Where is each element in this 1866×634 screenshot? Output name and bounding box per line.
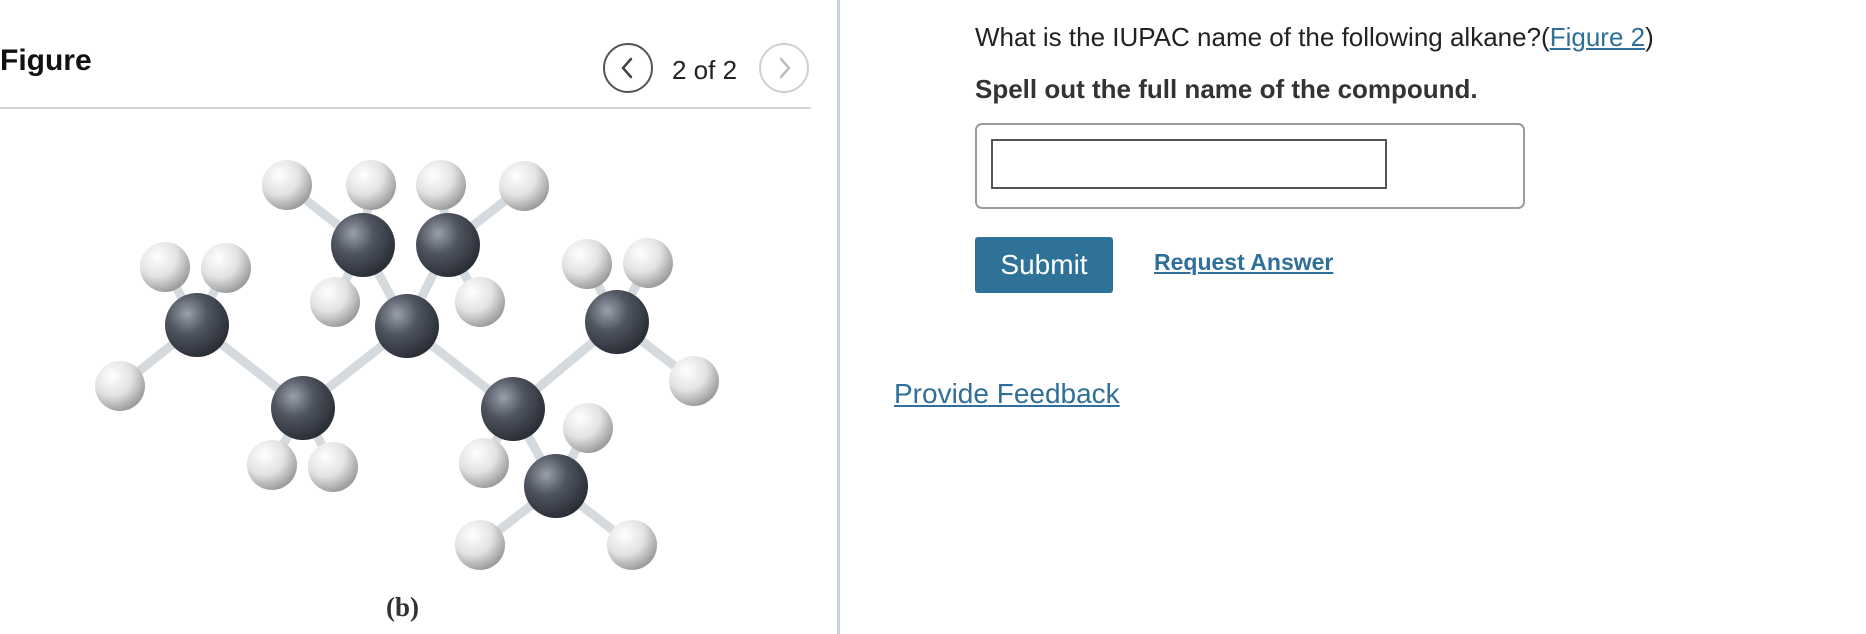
hydrogen-atom [201, 243, 251, 293]
panel-splitter[interactable] [837, 0, 840, 634]
hydrogen-atom [499, 161, 549, 211]
hydrogen-atom [455, 520, 505, 570]
question-prompt: What is the IUPAC name of the following … [975, 22, 1654, 53]
hydrogen-atom [562, 239, 612, 289]
question-prompt-text: What is the IUPAC name of the following … [975, 22, 1550, 52]
request-answer-link[interactable]: Request Answer [1154, 249, 1333, 276]
figure-2-link[interactable]: Figure 2 [1550, 22, 1645, 52]
submit-button[interactable]: Submit [975, 237, 1113, 293]
figure-title: Figure [0, 44, 92, 77]
ball-and-stick-molecule-figure [95, 160, 719, 570]
hydrogen-atom [247, 440, 297, 490]
carbon-atom [524, 454, 588, 518]
hydrogen-atom [308, 442, 358, 492]
page-indicator: 2 of 2 [672, 55, 738, 85]
figure-caption: (b) [386, 592, 419, 622]
hydrogen-atom [140, 242, 190, 292]
chevron-left-icon [621, 57, 633, 79]
question-prompt-close: ) [1645, 22, 1654, 52]
hydrogen-atom [455, 277, 505, 327]
hydrogen-atom [623, 238, 673, 288]
hydrogen-atom [563, 403, 613, 453]
figure-divider [0, 107, 811, 109]
carbon-atom [481, 377, 545, 441]
answer-input[interactable] [991, 139, 1387, 189]
previous-figure-button[interactable] [603, 43, 653, 93]
carbon-atom [416, 213, 480, 277]
hydrogen-atom [459, 438, 509, 488]
hydrogen-atom [669, 356, 719, 406]
hydrogen-atom [310, 277, 360, 327]
figure-panel: Figure 2 of 2 (b) [0, 0, 820, 634]
provide-feedback-link[interactable]: Provide Feedback [894, 378, 1120, 410]
next-figure-button[interactable] [759, 43, 809, 93]
hydrogen-atom [95, 361, 145, 411]
hydrogen-atom [346, 160, 396, 210]
carbon-atom [165, 293, 229, 357]
carbon-atom [375, 294, 439, 358]
answer-instruction: Spell out the full name of the compound. [975, 74, 1478, 104]
carbon-atom [585, 290, 649, 354]
hydrogen-atom [262, 160, 312, 210]
hydrogen-atom [607, 520, 657, 570]
carbon-atom [331, 213, 395, 277]
answer-box [975, 123, 1525, 209]
carbon-atom [271, 376, 335, 440]
hydrogen-atom [416, 160, 466, 210]
chevron-right-icon [779, 57, 791, 79]
